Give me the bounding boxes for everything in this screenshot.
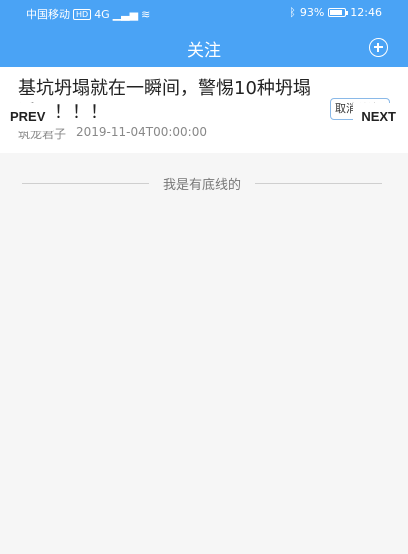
end-of-list-indicator: 我是有底线的 xyxy=(22,175,383,193)
page-title: 关注 xyxy=(187,41,221,61)
top-bar: 中国移动 HD 4G ▁▃▅ ≋ ᛒ 93% 12:46 关注 xyxy=(0,0,408,67)
prev-button[interactable]: PREV xyxy=(2,103,54,131)
network-label: 4G xyxy=(94,7,110,21)
status-right: ᛒ 93% 12:46 xyxy=(289,6,382,19)
status-bar: 中国移动 HD 4G ▁▃▅ ≋ ᛒ 93% 12:46 xyxy=(0,0,408,24)
end-of-list-text: 我是有底线的 xyxy=(163,177,242,193)
divider-right xyxy=(255,182,383,184)
carrier-label: 中国移动 xyxy=(26,8,70,21)
battery-icon xyxy=(328,8,349,17)
article-date: 2019-11-04T00:00:00 xyxy=(76,125,207,139)
article-card[interactable]: 基坑坍塌就在一瞬间，警惕10种坍塌诱因！！！ 筑龙君子 2019-11-04T0… xyxy=(0,67,408,153)
next-button[interactable]: NEXT xyxy=(353,103,404,131)
signal-icon: ▁▃▅ xyxy=(112,7,139,21)
hd-badge: HD xyxy=(73,8,92,20)
wifi-icon: ≋ xyxy=(141,7,151,21)
divider-left xyxy=(22,182,149,184)
battery-percent: 93% xyxy=(299,6,325,19)
bluetooth-icon: ᛒ xyxy=(289,6,296,19)
clock: 12:46 xyxy=(350,6,382,19)
article-title[interactable]: 基坑坍塌就在一瞬间，警惕10种坍塌诱因！！！ xyxy=(18,77,318,125)
add-button[interactable] xyxy=(369,38,388,57)
status-left: 中国移动 HD 4G ▁▃▅ ≋ xyxy=(26,6,150,22)
